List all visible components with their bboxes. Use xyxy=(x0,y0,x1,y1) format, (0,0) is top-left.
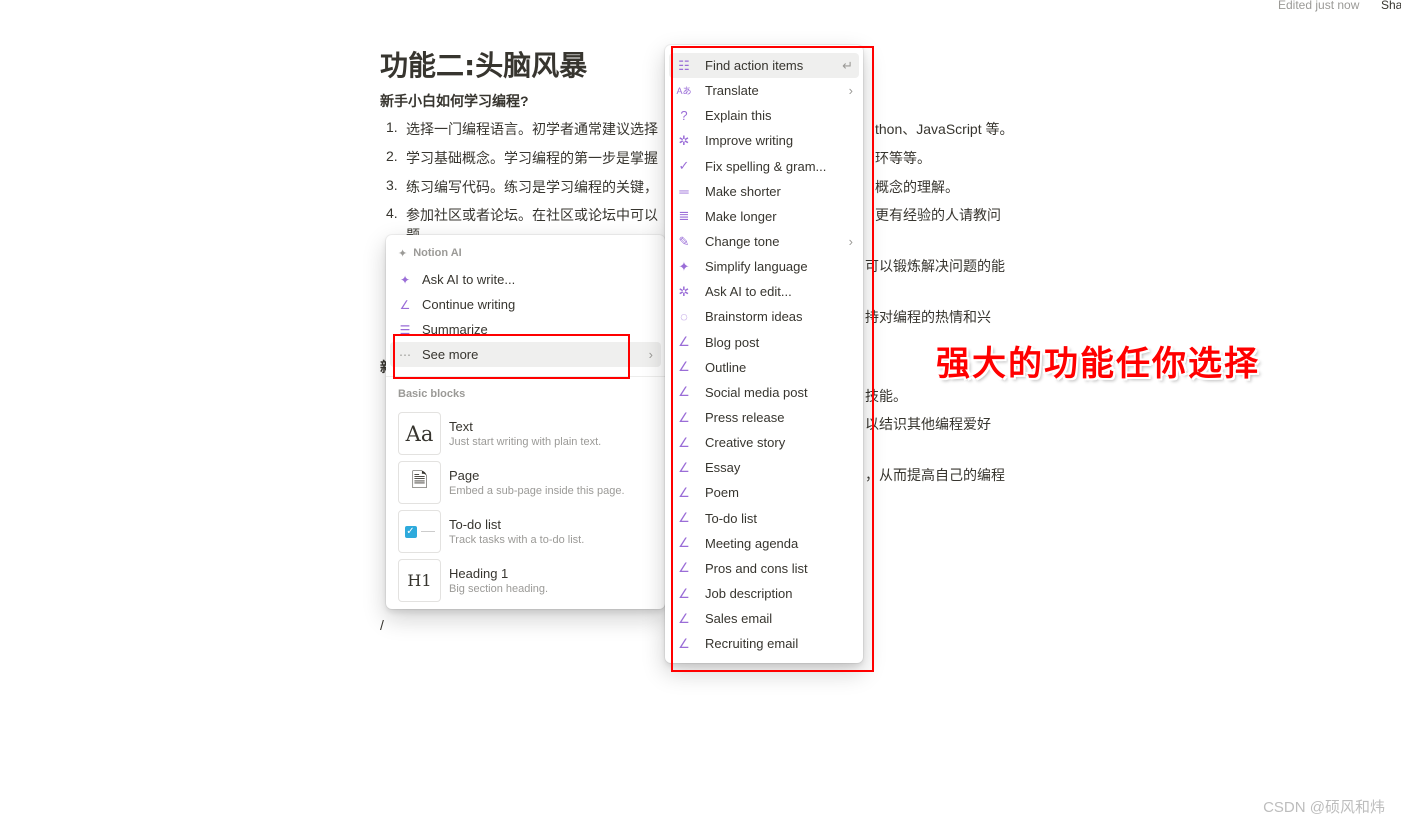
list-item-text: 练习编写代码。练习是学习编程的关键， xyxy=(406,179,658,195)
ai-section-header: ✦ Notion AI xyxy=(398,247,462,260)
text-fragment: 持对编程的热情和兴 xyxy=(865,309,991,325)
block-description: Embed a sub-page inside this page. xyxy=(449,485,625,497)
list-number: 2. xyxy=(386,148,398,164)
edited-status: Edited just now xyxy=(1278,0,1360,12)
share-button[interactable]: Sha xyxy=(1381,0,1401,12)
list-number: 3. xyxy=(386,177,398,193)
block-option-to-do-list[interactable]: ✓ To-do list Track tasks with a to-do list… xyxy=(386,507,665,556)
block-title: Heading 1 xyxy=(449,566,509,581)
sparkle-icon: ✦ xyxy=(399,272,411,287)
list-item-text: thon、JavaScript 等。 xyxy=(875,121,1014,137)
question-heading: 新手小白如何学习编程? xyxy=(380,93,529,109)
text-fragment: 以结识其他编程爱好 xyxy=(865,416,991,432)
block-title: Text xyxy=(449,419,473,434)
slash-menu: ✦ Notion AI ✦ Ask AI to write... ∠ Continue … xyxy=(386,235,665,609)
slash-command-input[interactable]: / xyxy=(380,617,384,633)
chevron-right-icon: › xyxy=(648,347,653,362)
watermark: CSDN @硕风和炜 xyxy=(1263,799,1385,816)
block-option-text[interactable]: Aa Text Just start writing with plain text… xyxy=(386,409,665,458)
block-title: Page xyxy=(449,468,480,483)
list-item-text: 参加社区或者论坛。在社区或论坛中可以 xyxy=(406,207,658,223)
page-icon: 🗎 xyxy=(398,461,441,504)
highlight-box xyxy=(671,46,874,672)
text-fragment: ，从而提高自己的编程 xyxy=(865,467,1005,483)
checkbox-icon: ✓ xyxy=(398,510,441,553)
blocks-section-header: Basic blocks xyxy=(398,388,466,400)
list-item-text: 更有经验的人请教问 xyxy=(875,207,1001,223)
text-fragment: 可以锻炼解决问题的能 xyxy=(865,258,1005,274)
sparkle-icon: ✦ xyxy=(398,247,408,260)
list-item-text: 环等等。 xyxy=(875,150,931,166)
block-option-heading-1[interactable]: H1 Heading 1 Big section heading. xyxy=(386,556,665,605)
annotation-text: 强大的功能任你选择 xyxy=(936,344,1260,384)
highlight-box xyxy=(393,334,630,379)
page-title: 功能二:头脑风暴 xyxy=(380,49,588,82)
list-number: 4. xyxy=(386,205,398,221)
list-item-text: 概念的理解。 xyxy=(875,179,959,195)
block-description: Big section heading. xyxy=(449,583,549,595)
list-item-text: 选择一门编程语言。初学者通常建议选择 xyxy=(406,121,658,137)
heading-icon: H1 xyxy=(398,559,441,602)
block-title: To-do list xyxy=(449,517,502,532)
list-number: 1. xyxy=(386,119,398,135)
block-option-page[interactable]: 🗎 Page Embed a sub-page inside this page. xyxy=(386,458,665,507)
pen-icon: ∠ xyxy=(399,297,411,312)
slash-item-ask-ai-to-write[interactable]: ✦ Ask AI to write... xyxy=(390,267,661,292)
text-icon: Aa xyxy=(398,412,441,455)
block-description: Just start writing with plain text. xyxy=(449,436,602,448)
block-description: Track tasks with a to-do list. xyxy=(449,534,585,546)
list-item-text: 学习基础概念。学习编程的第一步是掌握 xyxy=(406,150,658,166)
slash-item-continue-writing[interactable]: ∠ Continue writing xyxy=(390,292,661,317)
